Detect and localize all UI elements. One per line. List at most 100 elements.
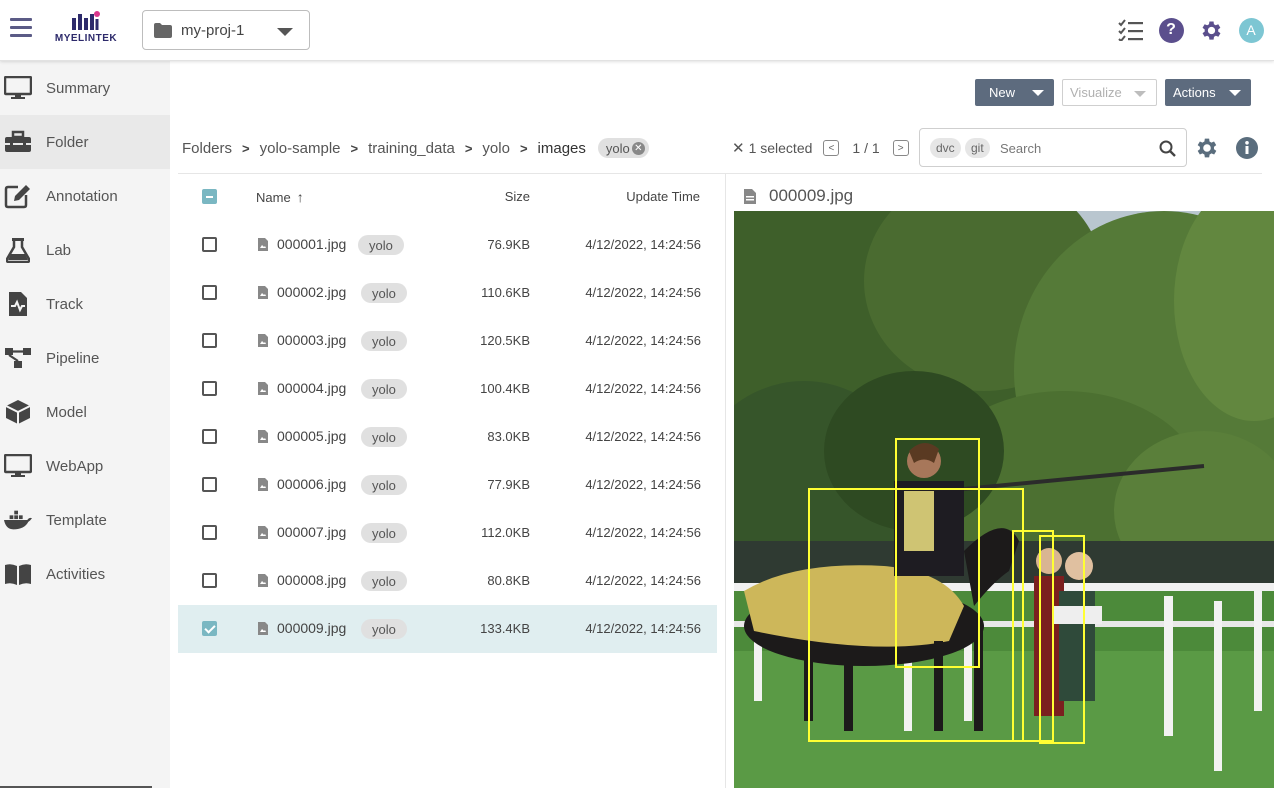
- sidebar-item-folder[interactable]: Folder: [0, 115, 170, 169]
- file-name[interactable]: 000003.jpg: [277, 332, 346, 348]
- row-checkbox[interactable]: [202, 525, 217, 540]
- file-name[interactable]: 000002.jpg: [277, 284, 346, 300]
- file-name[interactable]: 000008.jpg: [277, 572, 346, 588]
- file-tag[interactable]: yolo: [361, 475, 407, 495]
- file-tag[interactable]: yolo: [361, 331, 407, 351]
- settings-gear-icon[interactable]: [1198, 17, 1224, 43]
- file-size: 83.0KB: [487, 429, 530, 444]
- file-tag[interactable]: yolo: [361, 619, 407, 639]
- pane-divider[interactable]: [725, 173, 726, 788]
- sidebar-item-activities[interactable]: Activities: [0, 547, 170, 601]
- file-update-time: 4/12/2022, 14:24:56: [585, 573, 701, 588]
- row-checkbox[interactable]: [202, 237, 217, 252]
- folder-icon: [154, 23, 172, 38]
- select-all-checkbox[interactable]: [202, 189, 217, 204]
- clear-selection-icon[interactable]: ✕: [732, 139, 745, 157]
- name-column-header[interactable]: Name ↑: [256, 189, 304, 205]
- sidebar-item-template[interactable]: Template: [0, 493, 170, 547]
- table-row[interactable]: 000005.jpg yolo 83.0KB 4/12/2022, 14:24:56: [178, 413, 717, 461]
- row-checkbox[interactable]: [202, 573, 217, 588]
- table-header: Name ↑ Size Update Time: [178, 173, 717, 221]
- sidebar-item-annotation[interactable]: Annotation: [0, 169, 170, 223]
- row-checkbox[interactable]: [202, 477, 217, 492]
- file-name[interactable]: 000007.jpg: [277, 524, 346, 540]
- table-row[interactable]: 000003.jpg yolo 120.5KB 4/12/2022, 14:24:56: [178, 317, 717, 365]
- row-checkbox[interactable]: [202, 285, 217, 300]
- search-chip-git[interactable]: git: [965, 138, 990, 158]
- file-name[interactable]: 000004.jpg: [277, 380, 346, 396]
- visualize-button[interactable]: Visualize: [1062, 79, 1157, 106]
- table-row[interactable]: 000008.jpg yolo 80.8KB 4/12/2022, 14:24:56: [178, 557, 717, 605]
- file-size: 120.5KB: [480, 333, 530, 348]
- info-icon[interactable]: [1235, 136, 1259, 160]
- actions-button[interactable]: Actions: [1165, 79, 1251, 106]
- file-update-time: 4/12/2022, 14:24:56: [585, 525, 701, 540]
- next-page-button[interactable]: >: [892, 140, 909, 156]
- top-right-icons: ? A: [1118, 15, 1264, 45]
- remove-tag-icon[interactable]: ✕: [631, 141, 645, 155]
- file-update-time: 4/12/2022, 14:24:56: [585, 333, 701, 348]
- file-size: 80.8KB: [487, 573, 530, 588]
- help-icon[interactable]: ?: [1158, 17, 1184, 43]
- file-tag[interactable]: yolo: [361, 571, 407, 591]
- table-row[interactable]: 000007.jpg yolo 112.0KB 4/12/2022, 14:24:56: [178, 509, 717, 557]
- breadcrumb-training-data[interactable]: training_data: [368, 140, 455, 157]
- new-button-label: New: [989, 85, 1016, 100]
- table-row[interactable]: 000002.jpg yolo 110.6KB 4/12/2022, 14:24:56: [178, 269, 717, 317]
- table-row[interactable]: 000004.jpg yolo 100.4KB 4/12/2022, 14:24:56: [178, 365, 717, 413]
- image-file-icon: [258, 334, 268, 347]
- search-icon[interactable]: [1159, 140, 1176, 157]
- breadcrumb-yolo[interactable]: yolo: [482, 140, 510, 157]
- sidebar-item-webapp[interactable]: WebApp: [0, 439, 170, 493]
- new-button[interactable]: New: [975, 79, 1054, 106]
- image-file-icon: [258, 382, 268, 395]
- search-chip-dvc[interactable]: dvc: [930, 138, 961, 158]
- preview-header: 000009.jpg: [744, 185, 853, 207]
- file-name[interactable]: 000005.jpg: [277, 428, 346, 444]
- project-name: my-proj-1: [181, 22, 245, 39]
- user-avatar[interactable]: A: [1238, 17, 1264, 43]
- file-tag[interactable]: yolo: [361, 427, 407, 447]
- update-time-column-header[interactable]: Update Time: [626, 189, 700, 204]
- sidebar-item-label: Annotation: [46, 187, 118, 205]
- prev-page-button[interactable]: <: [823, 140, 840, 156]
- sidebar-item-model[interactable]: Model: [0, 385, 170, 439]
- file-tag[interactable]: yolo: [361, 379, 407, 399]
- row-checkbox[interactable]: [202, 333, 217, 348]
- row-checkbox[interactable]: [202, 621, 217, 636]
- tag-filter-chip[interactable]: yolo ✕: [597, 138, 649, 158]
- search-input[interactable]: [1000, 137, 1140, 159]
- breadcrumb: Folders > yolo-sample > training_data > …: [182, 137, 649, 159]
- row-checkbox[interactable]: [202, 429, 217, 444]
- row-checkbox[interactable]: [202, 381, 217, 396]
- book-icon: [4, 561, 32, 587]
- table-row[interactable]: 000001.jpg yolo 76.9KB 4/12/2022, 14:24:56: [178, 221, 717, 269]
- file-name[interactable]: 000001.jpg: [277, 236, 346, 252]
- tag-filter-label: yolo: [605, 140, 630, 156]
- size-column-header[interactable]: Size: [505, 189, 530, 204]
- file-name[interactable]: 000006.jpg: [277, 476, 346, 492]
- file-size: 112.0KB: [481, 525, 530, 540]
- sidebar-item-summary[interactable]: Summary: [0, 61, 170, 115]
- sidebar-item-track[interactable]: Track: [0, 277, 170, 331]
- image-file-icon: [258, 574, 268, 587]
- breadcrumb-yolo-sample[interactable]: yolo-sample: [260, 140, 341, 157]
- sidebar-item-label: Summary: [46, 79, 111, 97]
- file-tag[interactable]: yolo: [358, 235, 404, 255]
- gear-icon[interactable]: [1194, 135, 1220, 161]
- checklist-icon[interactable]: [1118, 17, 1144, 43]
- file-name[interactable]: 000009.jpg: [277, 620, 346, 636]
- flask-icon: [4, 237, 32, 263]
- sidebar-item-pipeline[interactable]: Pipeline: [0, 331, 170, 385]
- menu-icon[interactable]: [10, 18, 34, 40]
- logo[interactable]: MYELINTEK: [50, 10, 122, 52]
- docker-icon: [4, 507, 32, 533]
- project-select[interactable]: my-proj-1: [142, 10, 310, 50]
- file-tag[interactable]: yolo: [361, 523, 407, 543]
- table-row[interactable]: 000009.jpg yolo 133.4KB 4/12/2022, 14:24:56: [178, 605, 717, 653]
- breadcrumb-folders[interactable]: Folders: [182, 140, 232, 157]
- table-row[interactable]: 000006.jpg yolo 77.9KB 4/12/2022, 14:24:56: [178, 461, 717, 509]
- table-body: 000001.jpg yolo 76.9KB 4/12/2022, 14:24:56 0…: [178, 221, 717, 653]
- sidebar-item-lab[interactable]: Lab: [0, 223, 170, 277]
- file-tag[interactable]: yolo: [361, 283, 407, 303]
